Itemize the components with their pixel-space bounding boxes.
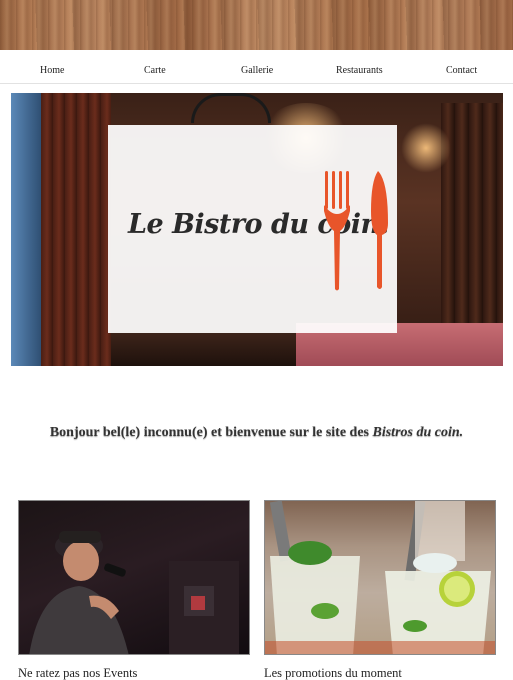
hero-wood-column-left: [41, 93, 111, 366]
wood-header-banner: [0, 0, 513, 50]
hero-lamp-glow: [401, 123, 451, 173]
events-card-image[interactable]: [18, 500, 250, 655]
nav-gallerie[interactable]: Gallerie: [241, 65, 273, 76]
main-nav: Home Carte Gallerie Restaurants Contact: [0, 58, 513, 84]
welcome-message: Bonjour bel(le) inconnu(e) et bienvenue …: [40, 422, 473, 443]
promotions-card-image[interactable]: [264, 500, 496, 655]
hero-wood-column-right: [441, 103, 503, 343]
singer-photo: [29, 531, 239, 654]
hero-bicycle-shape: [191, 93, 271, 123]
hero-floor: [111, 333, 296, 366]
promotions-card-title[interactable]: Les promotions du moment: [264, 666, 402, 680]
mojito-photo: [265, 501, 495, 654]
fork-knife-icon: [324, 171, 388, 291]
hero-logo-card: Le Bistro du coin.: [108, 125, 397, 333]
events-card-title[interactable]: Ne ratez pas nos Events: [18, 666, 137, 680]
nav-contact[interactable]: Contact: [446, 65, 477, 76]
nav-home[interactable]: Home: [40, 65, 64, 76]
hero-left-wall: [11, 93, 41, 366]
nav-restaurants[interactable]: Restaurants: [336, 65, 383, 76]
hero-banner: Le Bistro du coin.: [11, 93, 503, 366]
nav-carte[interactable]: Carte: [144, 65, 166, 76]
welcome-text: Bonjour bel(le) inconnu(e) et bienvenue …: [49, 425, 373, 440]
welcome-emphasis: Bistros du coin.: [372, 425, 464, 440]
